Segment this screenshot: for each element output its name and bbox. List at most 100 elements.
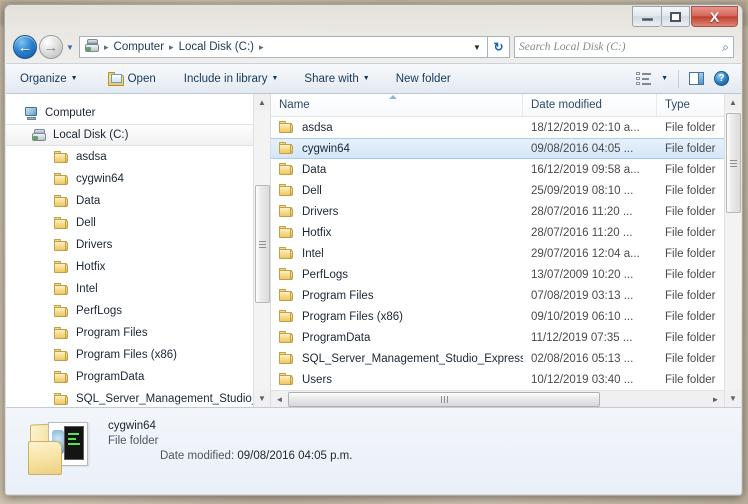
open-button[interactable]: Open	[100, 68, 164, 90]
file-list-pane: Name Date modified Type asdsa 18/12/2019…	[271, 94, 741, 407]
cell-date-modified: 29/07/2016 12:04 a...	[531, 247, 640, 260]
back-button[interactable]: ←	[13, 35, 37, 59]
table-row[interactable]: Program Files 07/08/2019 03:13 ... File …	[271, 285, 724, 306]
navigation-pane-scrollbar[interactable]: ▲ ▼	[253, 94, 270, 407]
scroll-track[interactable]	[253, 111, 270, 390]
grip-icon	[440, 395, 448, 403]
folder-icon	[279, 121, 295, 134]
preview-pane-icon	[689, 72, 704, 85]
nav-item-programdata[interactable]: ProgramData	[6, 366, 270, 388]
scroll-down-button[interactable]: ▼	[253, 390, 270, 407]
file-name: Program Files	[302, 289, 374, 302]
table-row[interactable]: cygwin64 09/08/2016 04:05 ... File folde…	[271, 138, 724, 159]
table-row[interactable]: SQL_Server_Management_Studio_Express 02/…	[271, 348, 724, 369]
nav-item-cygwin64[interactable]: cygwin64	[6, 168, 270, 190]
refresh-icon: ↻	[493, 40, 504, 54]
preview-pane-button[interactable]	[685, 70, 708, 87]
scroll-down-button[interactable]: ▼	[724, 390, 741, 407]
breadcrumb-computer[interactable]: Computer	[110, 39, 169, 55]
details-date-row: Date modified: 09/08/2016 04:05 p.m.	[108, 450, 352, 462]
scroll-thumb[interactable]	[288, 391, 600, 407]
scroll-thumb[interactable]	[725, 113, 741, 213]
cell-date-modified: 07/08/2019 03:13 ...	[531, 289, 634, 302]
nav-item-computer[interactable]: Computer	[6, 102, 270, 124]
nav-item-perflogs[interactable]: PerfLogs	[6, 300, 270, 322]
table-row[interactable]: ProgramData 11/12/2019 07:35 ... File fo…	[271, 327, 724, 348]
table-row[interactable]: Program Files (x86) 09/10/2019 06:10 ...…	[271, 306, 724, 327]
table-row[interactable]: Hotfix 28/07/2016 11:20 ... File folder	[271, 222, 724, 243]
file-name: Intel	[302, 247, 324, 260]
folder-icon	[279, 226, 295, 239]
folder-icon	[279, 268, 295, 281]
scroll-right-button[interactable]: ►	[707, 391, 724, 408]
recent-locations-button[interactable]: ▼	[63, 35, 77, 59]
address-bar[interactable]: ▸ Computer ▸ Local Disk (C:) ▸ ▼	[79, 36, 488, 58]
cell-name: Data	[271, 163, 523, 176]
cell-date-modified: 09/10/2019 06:10 ...	[531, 310, 634, 323]
table-row[interactable]: Data 16/12/2019 09:58 a... File folder	[271, 159, 724, 180]
table-row[interactable]: Intel 29/07/2016 12:04 a... File folder	[271, 243, 724, 264]
column-header-name[interactable]: Name	[271, 94, 523, 117]
change-view-button[interactable]	[632, 70, 655, 87]
cell-type: File folder	[665, 247, 716, 260]
refresh-button[interactable]: ↻	[488, 36, 510, 58]
view-dropdown-button[interactable]: ▼	[657, 73, 672, 84]
forward-button[interactable]: →	[39, 35, 63, 59]
cell-name: ProgramData	[271, 331, 523, 344]
scroll-up-button[interactable]: ▲	[724, 94, 741, 111]
folder-icon	[279, 184, 295, 197]
details-date-value: 09/08/2016 04:05 p.m.	[237, 450, 353, 462]
chevron-down-icon: ▼	[362, 75, 370, 82]
scroll-thumb[interactable]	[254, 185, 270, 303]
cell-date-modified: 18/12/2019 02:10 a...	[531, 121, 640, 134]
scroll-left-button[interactable]: ◄	[271, 391, 288, 408]
table-row[interactable]: asdsa 18/12/2019 02:10 a... File folder	[271, 117, 724, 138]
nav-item-program-files[interactable]: Program Files	[6, 322, 270, 344]
file-name: Drivers	[302, 205, 339, 218]
minimize-button[interactable]	[632, 6, 661, 27]
nav-item-asdsa[interactable]: asdsa	[6, 146, 270, 168]
column-header-date-modified[interactable]: Date modified	[523, 94, 657, 117]
nav-item-drivers[interactable]: Drivers	[6, 234, 270, 256]
search-box[interactable]: Search Local Disk (C:) ⌕	[514, 36, 734, 58]
include-in-library-button[interactable]: Include in library ▼	[176, 69, 287, 89]
nav-item-program-files-x86[interactable]: Program Files (x86)	[6, 344, 270, 366]
file-name: Data	[302, 163, 327, 176]
maximize-button[interactable]	[661, 6, 690, 27]
cell-name: Intel	[271, 247, 523, 260]
address-dropdown-icon[interactable]: ▼	[469, 37, 485, 57]
nav-item-intel[interactable]: Intel	[6, 278, 270, 300]
nav-item-hotfix[interactable]: Hotfix	[6, 256, 270, 278]
organize-button[interactable]: Organize ▼	[12, 69, 86, 89]
table-row[interactable]: Users 10/12/2019 03:40 ... File folder	[271, 369, 724, 390]
share-with-button[interactable]: Share with ▼	[296, 69, 377, 89]
help-button[interactable]: ?	[710, 69, 733, 88]
title-bar[interactable]: X	[5, 5, 742, 31]
table-row[interactable]: PerfLogs 13/07/2009 10:20 ... File folde…	[271, 264, 724, 285]
search-input[interactable]: Search Local Disk (C:)	[519, 41, 722, 53]
close-button[interactable]: X	[691, 6, 738, 27]
file-list-scrollbar-vertical[interactable]: ▲ ▼	[724, 94, 741, 407]
new-folder-button[interactable]: New folder	[388, 69, 459, 89]
nav-item-dell[interactable]: Dell	[6, 212, 270, 234]
breadcrumb-local-disk[interactable]: Local Disk (C:)	[175, 39, 258, 55]
nav-item-local-disk[interactable]: Local Disk (C:)	[6, 124, 270, 146]
column-header-type[interactable]: Type	[657, 94, 724, 117]
nav-item-label: asdsa	[76, 151, 107, 163]
table-row[interactable]: Drivers 28/07/2016 11:20 ... File folder	[271, 201, 724, 222]
nav-item-data[interactable]: Data	[6, 190, 270, 212]
folder-icon	[54, 392, 70, 406]
file-name: ProgramData	[302, 331, 371, 344]
table-row[interactable]: Dell 25/09/2019 08:10 ... File folder	[271, 180, 724, 201]
file-list-scrollbar-horizontal[interactable]: ◄ ►	[271, 390, 724, 407]
file-name: SQL_Server_Management_Studio_Express	[302, 352, 523, 365]
folder-icon	[54, 260, 70, 274]
nav-item-sql-server-management-studio[interactable]: SQL_Server_Management_Studio_E	[6, 388, 270, 407]
scroll-up-button[interactable]: ▲	[253, 94, 270, 111]
grip-icon	[258, 240, 266, 248]
command-toolbar: Organize ▼ Open Include in library ▼ Sha…	[6, 63, 741, 94]
cell-type: File folder	[665, 121, 716, 134]
cell-name: PerfLogs	[271, 268, 523, 281]
scroll-track[interactable]	[724, 111, 741, 390]
scroll-track[interactable]	[288, 391, 707, 408]
